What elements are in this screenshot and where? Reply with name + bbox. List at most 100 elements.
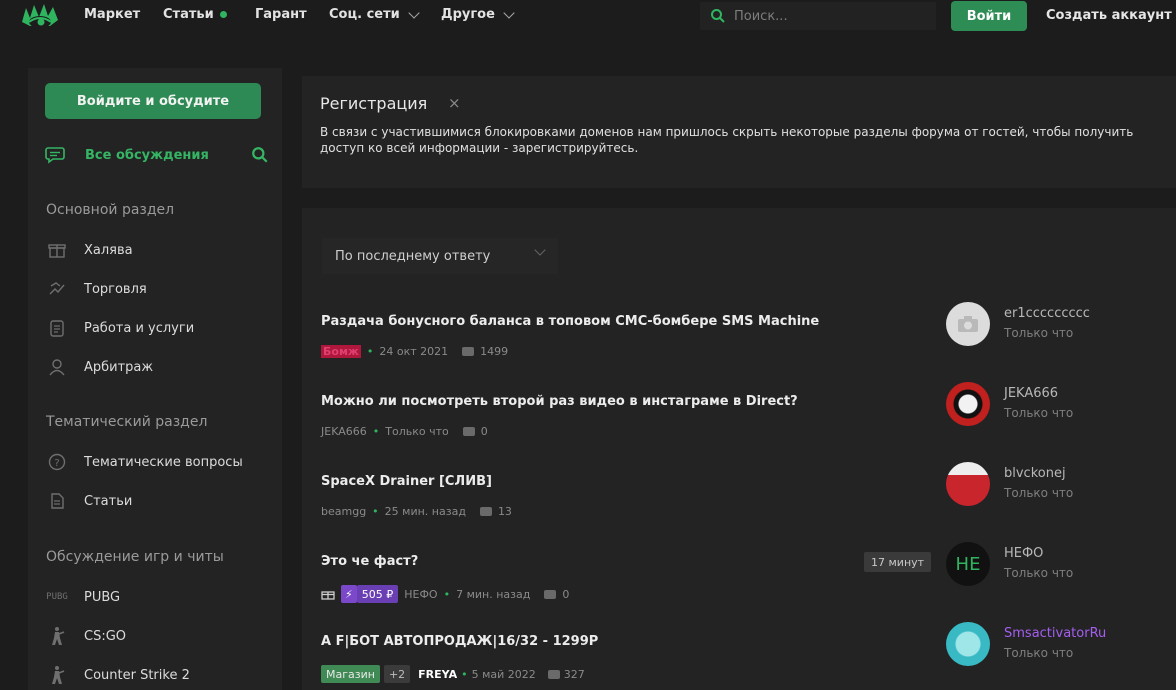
comment-icon [547, 669, 560, 679]
top-navigation-bar: Маркет Статьи Гарант Соц. сети Другое Во… [0, 0, 1176, 36]
last-poster-name[interactable]: НЕФО [1004, 546, 1043, 561]
soldier-icon [46, 664, 68, 686]
section-title: Тематический раздел [46, 414, 208, 430]
pubg-icon: PUBG [46, 592, 68, 602]
logo[interactable] [20, 2, 60, 32]
thread-title[interactable]: Раздача бонусного баланса в топовом СМС-… [321, 314, 819, 329]
thread-date: Только что [385, 425, 449, 438]
thread-author[interactable]: НЕФО [404, 588, 437, 601]
login-button[interactable]: Войти [951, 1, 1027, 31]
reply-count: 0 [562, 587, 570, 601]
thread-author[interactable]: JEKA666 [321, 425, 367, 438]
gift-icon [46, 239, 68, 261]
more-tags-badge[interactable]: +2 [383, 665, 411, 683]
nav-other[interactable]: Другое [441, 6, 515, 22]
all-discussions-label: Все обсуждения [85, 147, 209, 163]
thread-row[interactable]: Раздача бонусного баланса в топовом СМС-… [302, 302, 1176, 394]
thread-title[interactable]: SpaceX Drainer [СЛИВ] [321, 474, 492, 489]
last-post-time: Только что [1004, 326, 1074, 340]
reply-count: 13 [497, 505, 512, 518]
thread-date: 5 май 2022 [471, 667, 536, 681]
chat-icon [45, 147, 65, 164]
thread-meta: Бомж • 24 окт 2021 1499 [321, 345, 509, 358]
sidebar-item-cs2[interactable]: Counter Strike 2 [46, 664, 190, 686]
last-poster-name[interactable]: er1ccccccccc [1004, 306, 1090, 321]
shop-tag[interactable]: Магазин [321, 665, 380, 683]
sidebar-item-trade[interactable]: Торговля [46, 278, 147, 300]
sidebar-item-freebies[interactable]: Халява [46, 239, 133, 261]
comment-icon [462, 427, 475, 436]
last-poster-name[interactable]: SmsactivatorRu [1004, 626, 1106, 641]
sidebar-item-arbitrage[interactable]: Арбитраж [46, 356, 153, 378]
all-discussions-link[interactable]: Все обсуждения [45, 142, 269, 168]
thread-row[interactable]: A F|БОТ АВТОПРОДАЖ|16/32 - 1299Р Магазин… [302, 622, 1176, 690]
sidebar-item-csgo[interactable]: CS:GO [46, 625, 126, 647]
search-icon[interactable] [710, 8, 726, 24]
chevron-down-icon [503, 6, 515, 19]
nav-market[interactable]: Маркет [84, 7, 140, 22]
thread-meta: ⚡ 505 ₽ НЕФО • 7 мин. назад 0 [321, 585, 569, 603]
last-poster-name[interactable]: blvckonej [1004, 466, 1066, 481]
thread-row[interactable]: Можно ли посмотреть второй раз видео в и… [302, 382, 1176, 474]
login-and-discuss-button[interactable]: Войдите и обсудите [45, 83, 261, 119]
chevron-down-icon [534, 244, 546, 256]
comment-icon [544, 589, 557, 599]
thread-meta: JEKA666 • Только что 0 [321, 425, 488, 438]
last-poster-name[interactable]: JEKA666 [1004, 386, 1058, 401]
gift-icon [321, 591, 335, 600]
nav-articles[interactable]: Статьи [163, 7, 227, 22]
sidebar: Войдите и обсудите Все обсуждения Основн… [28, 68, 282, 690]
avatar[interactable]: НЕ [946, 542, 990, 586]
document-icon [46, 490, 68, 512]
registration-notice: Регистрация × В связи с участившимися бл… [302, 76, 1176, 188]
avatar[interactable] [946, 382, 990, 426]
section-title: Обсуждение игр и читы [46, 549, 224, 565]
thread-author[interactable]: Бомж [321, 345, 361, 358]
sidebar-item-topic-questions[interactable]: ? Тематические вопросы [46, 451, 243, 473]
nav-guarantor[interactable]: Гарант [255, 7, 307, 22]
nav-social[interactable]: Соц. сети [329, 6, 420, 22]
chevron-down-icon [408, 6, 420, 19]
thread-title[interactable]: Можно ли посмотреть второй раз видео в и… [321, 394, 798, 409]
question-icon: ? [46, 451, 68, 473]
svg-text:?: ? [54, 458, 59, 469]
prize-badge: 505 ₽ [356, 585, 399, 603]
avatar[interactable] [946, 302, 990, 346]
thread-title[interactable]: A F|БОТ АВТОПРОДАЖ|16/32 - 1299Р [321, 634, 598, 649]
time-badge: 17 минут [864, 552, 932, 572]
section-title: Основной раздел [46, 202, 175, 218]
avatar[interactable] [946, 462, 990, 506]
sidebar-item-articles[interactable]: Статьи [46, 490, 132, 512]
last-post-time: Только что [1004, 646, 1074, 660]
last-post-time: Только что [1004, 566, 1074, 580]
thread-date: 24 окт 2021 [379, 345, 449, 358]
comment-icon [462, 347, 475, 356]
sort-dropdown[interactable]: По последнему ответу [322, 238, 558, 274]
search-icon[interactable] [251, 146, 269, 164]
reply-count: 327 [563, 667, 585, 681]
search-input[interactable] [734, 8, 914, 24]
thread-row[interactable]: Это че фаст? 17 минут ⚡ 505 ₽ НЕФО • 7 м… [302, 542, 1176, 634]
online-dot-icon [219, 11, 227, 18]
thread-date: 7 мин. назад [456, 587, 531, 601]
reply-count: 0 [480, 425, 488, 438]
thread-author[interactable]: FREYA [418, 668, 457, 681]
thread-title[interactable]: Это че фаст? [321, 554, 418, 569]
close-icon[interactable]: × [448, 94, 461, 112]
thread-author[interactable]: beamgg [321, 505, 366, 518]
notice-text: В связи с участившимися блокировками дом… [320, 125, 1134, 155]
thread-meta: Магазин +2 FREYA • 5 май 2022 327 [321, 665, 585, 683]
thread-row[interactable]: SpaceX Drainer [СЛИВ] beamgg • 25 мин. н… [302, 462, 1176, 554]
clipboard-icon [46, 317, 68, 339]
comment-icon [479, 507, 492, 516]
thread-list: По последнему ответу Раздача бонусного б… [302, 208, 1176, 690]
sidebar-item-pubg[interactable]: PUBG PUBG [46, 586, 120, 608]
thread-date: 25 мин. назад [384, 505, 466, 518]
soldier-icon [46, 625, 68, 647]
search-bar [700, 2, 936, 30]
sidebar-item-jobs[interactable]: Работа и услуги [46, 317, 194, 339]
thread-meta: beamgg • 25 мин. назад 13 [321, 505, 512, 518]
user-icon [46, 356, 68, 378]
create-account-link[interactable]: Создать аккаунт [1046, 8, 1172, 23]
avatar[interactable] [946, 622, 990, 666]
